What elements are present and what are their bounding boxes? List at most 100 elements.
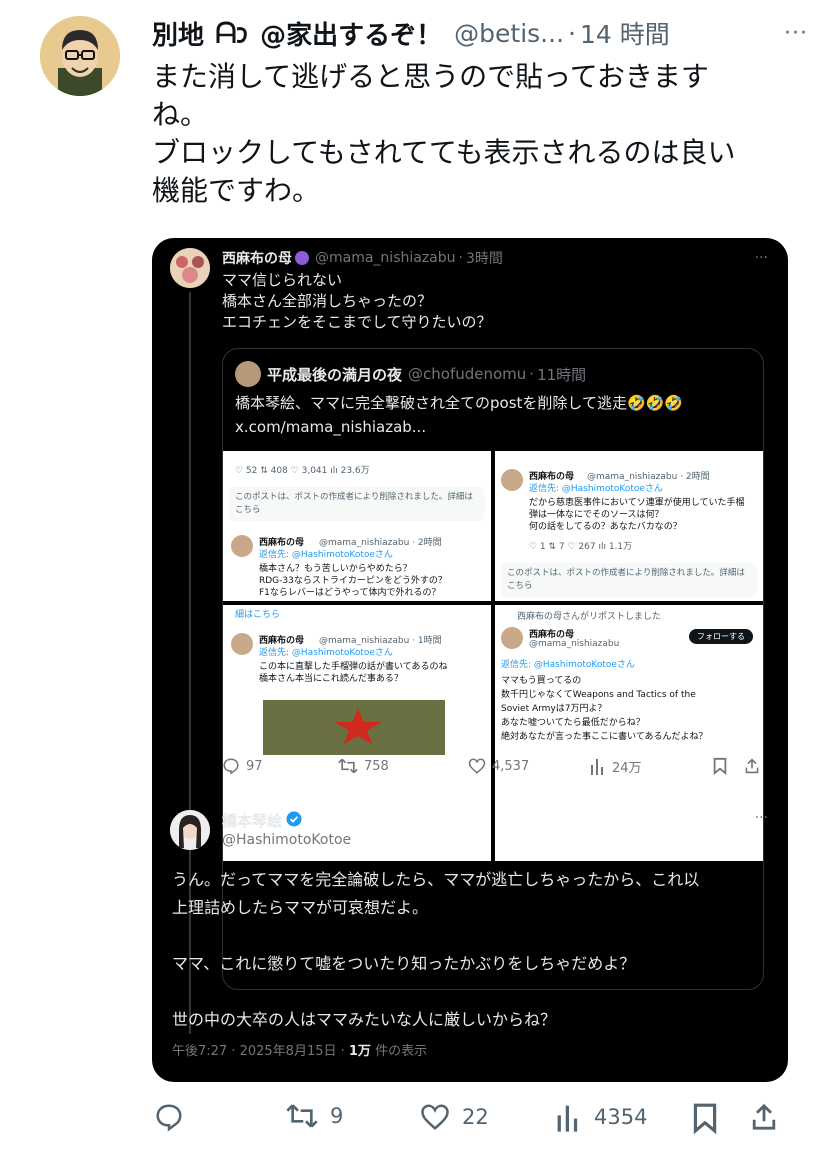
inner-quote-header: 平成最後の満月の夜 @chofudenomu · 11時間: [267, 365, 587, 384]
reply-meta: 午後7:27 · 2025年8月15日 · 1万 件の表示: [172, 1040, 427, 1059]
separator-dot: ·: [458, 250, 463, 266]
tile-line: ママもう買ってるの: [501, 676, 582, 686]
inner-time: 11時間: [537, 365, 587, 384]
reply-author-avatar: [170, 810, 210, 850]
tile-line: あなた嘘ついてたら最低だからね？: [501, 718, 645, 728]
tile-reply-to: 返信先: @HashimotoKotoeさん: [529, 484, 663, 494]
heart-icon: [468, 757, 486, 775]
tile-stats: ♡ 52 ⇅ 408 ♡ 3,041 ılı 23.6万: [235, 466, 370, 476]
inner-author-handle: @chofudenomu: [408, 365, 527, 383]
heart-icon: [420, 1102, 450, 1132]
like-count: 4,537: [492, 758, 530, 774]
deleted-notice: このポストは、ポストの作成者により削除されました。詳細はこちら: [501, 563, 757, 597]
tile-avatar: [501, 469, 523, 491]
verified-purple-icon: [295, 251, 309, 265]
inner-author-name: 平成最後の満月の夜: [267, 365, 403, 384]
quote-bookmark-button[interactable]: [712, 757, 728, 775]
red-star-icon: [334, 708, 382, 745]
more-options-button[interactable]: ···: [784, 21, 808, 46]
image-tile-1[interactable]: ♡ 52 ⇅ 408 ♡ 3,041 ılı 23.6万 このポストは、ポストの…: [223, 451, 491, 601]
repost-icon: [286, 1102, 318, 1130]
repost-count: 758: [364, 758, 389, 774]
quote-repost-button[interactable]: 758: [338, 757, 389, 775]
share-button[interactable]: [750, 1102, 778, 1132]
grid-divider: [491, 451, 495, 861]
like-button[interactable]: 22: [420, 1102, 489, 1132]
quote-text: ママ信じられない 橋本さん全部消しちゃったの？ エコチェンをそこまでして守りたい…: [222, 270, 492, 333]
views-icon: [590, 757, 606, 775]
quote-reply-button[interactable]: 97: [222, 757, 263, 775]
tile-line: 数千円じゃなくてWeapons and Tactics of the: [501, 690, 696, 700]
tile-line: 橋本さん本当にこれ読んだ事ある？: [259, 674, 403, 684]
tile-avatar: [231, 535, 253, 557]
quote-author-avatar: [170, 248, 210, 288]
tile-line: 何の話をしてるの？あなたバカなの？: [529, 522, 682, 532]
repost-icon: [338, 757, 358, 775]
post-actions: 9 22 4354: [152, 1096, 788, 1138]
reply-text-line: うん。だってママを完全論破したら、ママが逃亡しちゃったから、これ以: [172, 870, 700, 889]
post-header: 別地 @家出するぞ！ @betis... · 14 時間 ···: [152, 14, 808, 52]
quote-like-button[interactable]: 4,537: [468, 757, 529, 775]
separator-dot: ·: [568, 18, 576, 48]
ghost-icon: [215, 20, 249, 52]
reply-text: うん。だってママを完全論破したら、ママが逃亡しちゃったから、これ以 上理詰めした…: [172, 866, 772, 1034]
views-icon: [556, 1102, 582, 1132]
quote-more-button[interactable]: ···: [755, 250, 768, 266]
reply-text-line: [172, 922, 772, 950]
reply-button[interactable]: [154, 1102, 196, 1132]
quote-views-button[interactable]: 24万: [590, 757, 642, 776]
quote-header: 西麻布の母 @mama_nishiazabu · 3時間 ···: [222, 246, 768, 270]
share-icon: [744, 757, 760, 775]
reply-author-handle: @HashimotoKotoe: [222, 832, 352, 848]
image-tile-4[interactable]: 西麻布の母さんがリポストしました 西麻布の母 @mama_nishiazabu …: [495, 605, 763, 861]
reply-icon: [222, 757, 240, 775]
reply-text-line: 世の中の大卒の人はママみたいな人に厳しいからね？: [172, 1010, 557, 1029]
tile-avatar: [501, 627, 523, 649]
inner-author-avatar: [235, 361, 261, 387]
inner-text-line: 橋本琴絵、ママに完全撃破され全てのpostを削除して逃走🤣🤣🤣: [235, 394, 683, 412]
reply-text-line: 上理詰めしたらママが可哀想だよ。: [172, 898, 429, 917]
bookmark-button[interactable]: [692, 1102, 718, 1134]
inner-quote-text: 橋本琴絵、ママに完全撃破され全てのpostを削除して逃走🤣🤣🤣 x.com/ma…: [235, 391, 683, 439]
image-grid[interactable]: ♡ 52 ⇅ 408 ♡ 3,041 ılı 23.6万 このポストは、ポストの…: [223, 451, 763, 861]
reply-icon: [154, 1102, 184, 1132]
share-icon: [750, 1102, 778, 1132]
reply-text-line: ママ、これに懲りて嘘をついたり知ったかぶりをしちゃだめよ？: [172, 954, 636, 973]
quote-author-handle[interactable]: @mama_nishiazabu: [315, 250, 456, 266]
quote-text-line: 橋本さん全部消しちゃったの？: [222, 292, 433, 310]
quote-author-name[interactable]: 西麻布の母: [222, 248, 292, 268]
tile-author-handle: @mama_nishiazabu: [529, 639, 620, 649]
reply-views-suffix: 件の表示: [370, 1044, 428, 1059]
author-handle[interactable]: @betis...: [454, 19, 564, 48]
grid-divider: [223, 601, 763, 605]
author-name[interactable]: 別地 @家出するぞ！: [152, 15, 442, 52]
repost-count: 9: [330, 1104, 344, 1128]
views-count: 24万: [612, 760, 642, 776]
reply-author-name: 橋本琴絵: [222, 810, 302, 831]
repost-button[interactable]: 9: [286, 1102, 343, 1130]
inner-link[interactable]: x.com/mama_nishiazab...: [235, 415, 683, 439]
author-avatar[interactable]: [40, 16, 120, 96]
image-tile-2[interactable]: 西麻布の母 @mama_nishiazabu · 2時間 返信先: @Hashi…: [495, 451, 763, 601]
deleted-notice: このポストは、ポストの作成者により削除されました。詳細はこちら: [229, 487, 485, 521]
quote-text-line: ママ信じられない: [222, 271, 343, 289]
tile-avatar: [231, 633, 253, 655]
quote-share-button[interactable]: [744, 757, 760, 775]
post-text: また消して逃げると思うので貼っておきます ね。 ブロックしてもされてても表示され…: [152, 58, 792, 210]
tile-reply-to: 返信先: @HashimotoKotoeさん: [501, 660, 635, 670]
book-photo: [263, 700, 445, 755]
tile-line: F1ならレバーはどうやって体内で外れるの？: [259, 588, 441, 598]
reply-count: 97: [246, 758, 263, 774]
post-time[interactable]: 14 時間: [580, 15, 670, 51]
attached-screenshot[interactable]: 西麻布の母 @mama_nishiazabu · 3時間 ··· ママ信じられな…: [152, 238, 788, 1082]
tile-link: 細はこちら: [235, 610, 281, 620]
tile-reply-to: 返信先: @HashimotoKotoeさん: [259, 648, 393, 658]
quote-time[interactable]: 3時間: [466, 248, 503, 268]
post-text-line: ね。: [152, 98, 209, 131]
follow-button: フォローする: [689, 629, 753, 644]
views-button[interactable]: 4354: [556, 1102, 647, 1132]
reply-date: 午後7:27 · 2025年8月15日 ·: [172, 1044, 349, 1059]
tile-line: 絶対あなたが言った事ここに書いてあるんだよね？: [501, 732, 708, 742]
tile-stats: ♡ 1 ⇅ 7 ♡ 267 ılı 1.1万: [529, 542, 633, 552]
tile-reply-to: 返信先: @HashimotoKotoeさん: [259, 550, 393, 560]
